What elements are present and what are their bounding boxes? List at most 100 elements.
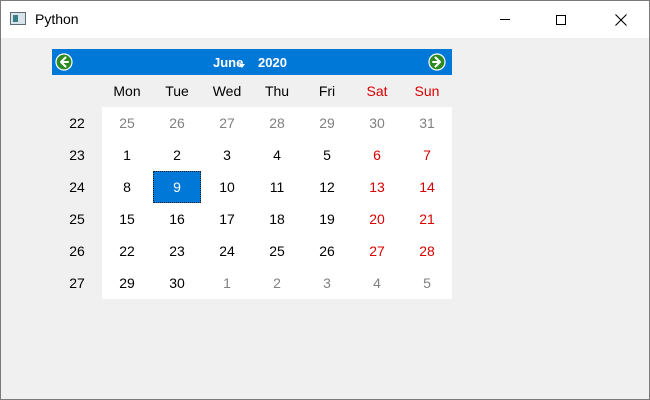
arrow-right-icon	[428, 53, 446, 71]
day-cell[interactable]: 19	[302, 203, 352, 235]
day-cell[interactable]: 1	[202, 267, 252, 299]
day-number: 27	[369, 243, 385, 259]
day-cell[interactable]: 21	[402, 203, 452, 235]
day-header-sun: Sun	[414, 83, 440, 99]
day-cell[interactable]: 16	[152, 203, 202, 235]
day-number: 1	[223, 275, 231, 291]
day-cell[interactable]: 18	[252, 203, 302, 235]
day-number: 23	[169, 243, 185, 259]
day-cell[interactable]: 5	[402, 267, 452, 299]
day-cell[interactable]: 25	[102, 107, 152, 139]
day-header-sat: Sat	[366, 83, 388, 99]
day-cell[interactable]: 3	[302, 267, 352, 299]
day-cell[interactable]: 5	[302, 139, 352, 171]
day-cell[interactable]: 3	[202, 139, 252, 171]
day-cell[interactable]: 6	[352, 139, 402, 171]
day-header-fri: Fri	[318, 83, 336, 99]
day-number: 20	[369, 211, 385, 227]
day-cell[interactable]: 2	[252, 267, 302, 299]
day-number: 29	[119, 275, 135, 291]
day-cell[interactable]: 31	[402, 107, 452, 139]
day-number: 3	[323, 275, 331, 291]
next-month-button[interactable]	[428, 53, 446, 71]
day-cell[interactable]: 30	[152, 267, 202, 299]
day-number: 24	[219, 243, 235, 259]
window-title: Python	[35, 11, 79, 27]
day-number: 14	[419, 179, 435, 195]
day-number: 28	[269, 115, 285, 131]
day-number: 18	[269, 211, 285, 227]
day-cell[interactable]: 11	[252, 171, 302, 203]
day-number: 5	[323, 147, 331, 163]
day-number: 29	[319, 115, 335, 131]
maximize-button[interactable]	[538, 1, 584, 38]
day-cell[interactable]: 30	[352, 107, 402, 139]
chevron-down-icon	[239, 64, 245, 68]
day-cell[interactable]: 20	[352, 203, 402, 235]
previous-month-button[interactable]	[55, 53, 73, 71]
day-cell[interactable]: 1	[102, 139, 152, 171]
day-cell[interactable]: 2	[152, 139, 202, 171]
day-number: 26	[169, 115, 185, 131]
day-cell[interactable]: 25	[252, 235, 302, 267]
week-number: 25	[69, 211, 85, 227]
day-cell[interactable]: 13	[352, 171, 402, 203]
day-number: 15	[119, 211, 135, 227]
app-window: Python June 2020 Mon Tue Wed Thu Fri Sat…	[0, 0, 650, 400]
day-cell[interactable]: 17	[202, 203, 252, 235]
day-number: 19	[319, 211, 335, 227]
day-cell[interactable]: 12	[302, 171, 352, 203]
day-number: 26	[319, 243, 335, 259]
day-number: 30	[369, 115, 385, 131]
day-number: 2	[273, 275, 281, 291]
day-cell-selected[interactable]: 9	[152, 171, 202, 203]
day-number: 12	[319, 179, 335, 195]
day-cell[interactable]: 26	[302, 235, 352, 267]
day-number: 28	[419, 243, 435, 259]
day-cell[interactable]: 29	[302, 107, 352, 139]
arrow-left-icon	[55, 53, 73, 71]
minimize-button[interactable]	[482, 1, 528, 38]
week-number: 24	[69, 179, 85, 195]
day-cell[interactable]: 28	[252, 107, 302, 139]
day-header-tue: Tue	[165, 83, 189, 99]
day-header-thu: Thu	[264, 83, 290, 99]
day-cell[interactable]: 26	[152, 107, 202, 139]
close-button[interactable]	[598, 1, 644, 38]
day-cell[interactable]: 4	[352, 267, 402, 299]
day-cell[interactable]: 14	[402, 171, 452, 203]
day-cell[interactable]: 7	[402, 139, 452, 171]
day-cell[interactable]: 10	[202, 171, 252, 203]
app-window-icon	[10, 12, 26, 25]
day-number: 22	[119, 243, 135, 259]
day-number: 9	[173, 179, 181, 195]
day-number: 11	[269, 179, 285, 195]
day-number: 16	[169, 211, 185, 227]
day-header-mon: Mon	[113, 83, 141, 99]
week-number: 26	[69, 243, 85, 259]
day-cell[interactable]: 4	[252, 139, 302, 171]
day-number: 6	[373, 147, 381, 163]
title-bar[interactable]: Python	[1, 1, 649, 38]
day-cell[interactable]: 23	[152, 235, 202, 267]
day-cell[interactable]: 28	[402, 235, 452, 267]
day-number: 2	[173, 147, 181, 163]
day-number: 8	[123, 179, 131, 195]
maximize-icon	[556, 14, 566, 25]
day-cell[interactable]: 8	[102, 171, 152, 203]
day-number: 25	[269, 243, 285, 259]
day-number: 21	[419, 211, 435, 227]
week-number: 27	[69, 275, 85, 291]
calendar-navigation-bar: June 2020	[52, 49, 452, 75]
calendar-grid: Mon Tue Wed Thu Fri Sat Sun 22 23 24 25 26 27 25 26 27 2…	[52, 75, 452, 299]
calendar-widget: June 2020 Mon Tue Wed Thu Fri Sat Sun 22 23 24 25 2…	[52, 49, 452, 299]
day-cell[interactable]: 22	[102, 235, 152, 267]
day-cell[interactable]: 24	[202, 235, 252, 267]
day-cell[interactable]: 27	[352, 235, 402, 267]
day-cell[interactable]: 15	[102, 203, 152, 235]
day-cell[interactable]: 29	[102, 267, 152, 299]
week-number: 23	[69, 147, 85, 163]
year-selector[interactable]: 2020	[258, 55, 287, 70]
day-number: 4	[373, 275, 381, 291]
day-cell[interactable]: 27	[202, 107, 252, 139]
